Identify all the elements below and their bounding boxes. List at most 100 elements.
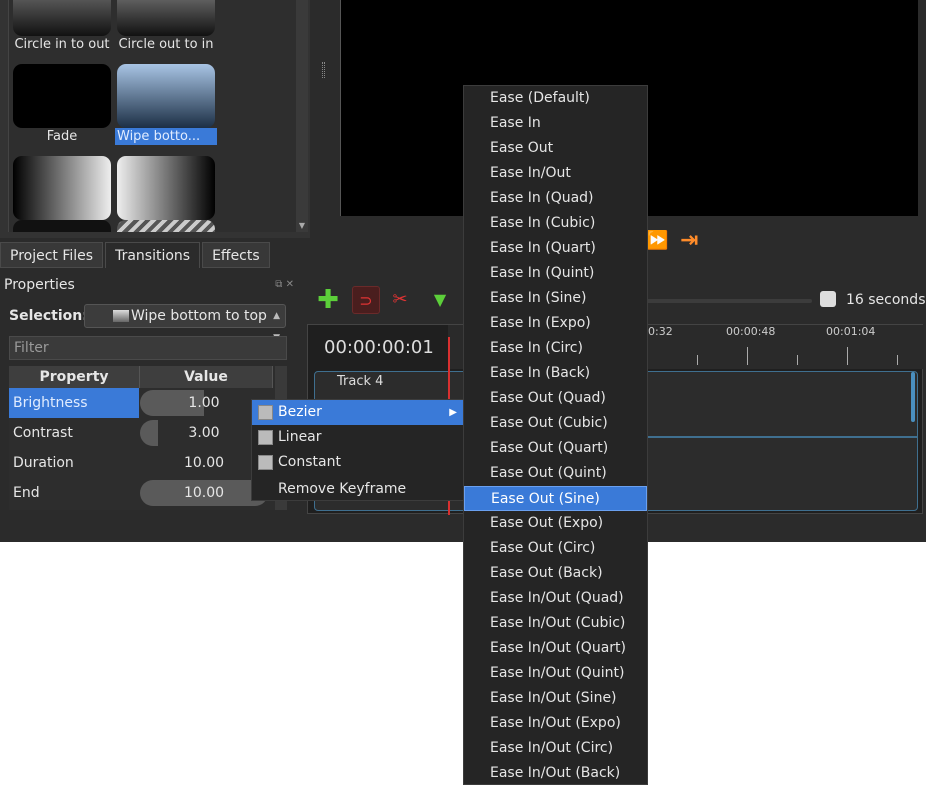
ruler-tick xyxy=(747,347,748,365)
column-property[interactable]: Property xyxy=(9,366,140,388)
easing-option[interactable]: Ease In (Quart) xyxy=(464,236,647,261)
transition-item[interactable]: Fade xyxy=(11,64,113,145)
transition-thumbnail xyxy=(13,156,111,220)
jump-to-end-icon[interactable]: ⇥ xyxy=(680,228,698,253)
easing-option[interactable]: Ease In/Out (Back) xyxy=(464,761,647,786)
transition-thumbnail xyxy=(13,64,111,128)
tab-transitions[interactable]: Transitions xyxy=(105,242,201,268)
easing-option[interactable]: Ease In (Cubic) xyxy=(464,211,647,236)
selection-label: Selection: xyxy=(9,308,88,324)
transition-thumb-icon xyxy=(113,310,129,322)
property-value[interactable]: 1.00 xyxy=(140,390,268,416)
transitions-grid: Circle in to out Circle out to in Fade Wipe… xyxy=(8,0,296,232)
property-row[interactable]: Duration 10.00 xyxy=(9,448,273,478)
selection-dropdown[interactable]: Wipe bottom to top ▲▼ xyxy=(84,304,286,343)
easing-option[interactable]: Ease Out (Sine) xyxy=(464,486,647,511)
column-value[interactable]: Value xyxy=(140,366,273,388)
menu-item-label: Constant xyxy=(278,454,341,470)
zoom-handle-icon[interactable] xyxy=(820,291,836,307)
filter-input[interactable]: Filter xyxy=(9,336,287,360)
property-name: Brightness xyxy=(9,388,139,418)
menu-item-constant[interactable]: Constant xyxy=(252,450,463,475)
track-label: Track 4 xyxy=(337,374,384,389)
property-value[interactable]: 10.00 xyxy=(140,450,268,476)
transition-thumbnail[interactable] xyxy=(13,220,111,232)
easing-option[interactable]: Ease Out (Cubic) xyxy=(464,411,647,436)
linear-icon xyxy=(258,430,273,445)
easing-option[interactable]: Ease In xyxy=(464,111,647,136)
ruler-tick xyxy=(697,355,698,365)
transition-label: Fade xyxy=(46,129,78,144)
transition-thumbnail xyxy=(13,0,111,36)
property-value[interactable]: 3.00 xyxy=(140,420,268,446)
property-row[interactable]: End 10.00 xyxy=(9,478,273,508)
keyframe-context-menu: Bezier ▶ Linear Constant Remove Keyframe xyxy=(251,399,464,501)
menu-item-bezier[interactable]: Bezier ▶ xyxy=(252,400,463,425)
add-track-button[interactable]: ✚ xyxy=(314,286,342,314)
easing-option[interactable]: Ease In/Out (Quart) xyxy=(464,636,647,661)
zoom-label: 16 seconds xyxy=(846,292,926,308)
property-value[interactable]: 10.00 xyxy=(140,480,268,506)
easing-option[interactable]: Ease In/Out xyxy=(464,161,647,186)
easing-option[interactable]: Ease In/Out (Expo) xyxy=(464,711,647,736)
easing-option[interactable]: Ease Out (Circ) xyxy=(464,536,647,561)
easing-option[interactable]: Ease Out (Quint) xyxy=(464,461,647,486)
transition-item[interactable]: Wipe botto... xyxy=(115,64,217,145)
scroll-down-icon[interactable]: ▼ xyxy=(296,220,308,232)
easing-option[interactable]: Ease (Default) xyxy=(464,86,647,111)
easing-option[interactable]: Ease In/Out (Sine) xyxy=(464,686,647,711)
transition-label: Wipe botto... xyxy=(115,128,217,145)
dock-controls-icon[interactable]: ⧉ ✕ xyxy=(275,279,294,290)
dock-tabs: Project Files Transitions Effects xyxy=(0,242,310,268)
easing-option[interactable]: Ease In/Out (Cubic) xyxy=(464,611,647,636)
menu-item-label: Linear xyxy=(278,429,322,445)
ruler-label: 0:32 xyxy=(648,325,673,338)
ruler-tick xyxy=(797,355,798,365)
easing-option[interactable]: Ease In/Out (Quint) xyxy=(464,661,647,686)
menu-item-label: Bezier xyxy=(278,404,322,420)
menu-item-remove-keyframe[interactable]: Remove Keyframe xyxy=(252,477,463,502)
property-name: Contrast xyxy=(13,425,73,441)
properties-title: Properties xyxy=(4,277,75,293)
ruler-label: 00:01:04 xyxy=(826,325,876,338)
easing-option[interactable]: Ease In (Circ) xyxy=(464,336,647,361)
snap-toggle-button[interactable]: ⊃ xyxy=(352,286,380,314)
easing-option[interactable]: Ease Out (Expo) xyxy=(464,511,647,536)
easing-option[interactable]: Ease In (Expo) xyxy=(464,311,647,336)
transitions-scrollbar[interactable]: ▼ xyxy=(296,0,308,232)
zoom-slider[interactable] xyxy=(646,299,812,303)
easing-option[interactable]: Ease In (Quint) xyxy=(464,261,647,286)
transition-thumbnail xyxy=(117,156,215,220)
easing-option[interactable]: Ease In (Back) xyxy=(464,361,647,386)
timecode-display: 00:00:00:01 xyxy=(324,337,434,358)
property-row[interactable]: Brightness 1.00 xyxy=(9,388,273,418)
tab-effects[interactable]: Effects xyxy=(202,242,270,268)
transitions-panel: Circle in to out Circle out to in Fade Wipe… xyxy=(0,0,310,238)
easing-option[interactable]: Ease In (Quad) xyxy=(464,186,647,211)
timeline-scrollbar[interactable] xyxy=(911,372,915,422)
bezier-icon xyxy=(258,405,273,420)
property-row[interactable]: Contrast 3.00 xyxy=(9,418,273,448)
tab-project-files[interactable]: Project Files xyxy=(0,242,104,268)
easing-option[interactable]: Ease In (Sine) xyxy=(464,286,647,311)
easing-option[interactable]: Ease In/Out (Quad) xyxy=(464,586,647,611)
easing-option[interactable]: Ease Out xyxy=(464,136,647,161)
constant-icon xyxy=(258,455,273,470)
transition-thumbnail[interactable] xyxy=(117,220,215,232)
properties-table: Property Value Brightness 1.00 Contrast 3.0… xyxy=(9,366,287,510)
panel-splitter[interactable] xyxy=(322,62,325,78)
fast-forward-icon[interactable]: ⏩ xyxy=(646,230,668,251)
transition-thumbnail xyxy=(117,0,215,36)
transition-clip[interactable] xyxy=(621,436,917,438)
menu-item-linear[interactable]: Linear xyxy=(252,425,463,450)
easing-option[interactable]: Ease Out (Quad) xyxy=(464,386,647,411)
transition-label: Circle in to out xyxy=(14,37,110,52)
transition-item[interactable]: Circle out to in xyxy=(115,0,217,53)
easing-option[interactable]: Ease Out (Back) xyxy=(464,561,647,586)
ruler-tick xyxy=(897,355,898,365)
add-marker-button[interactable]: ▼ xyxy=(426,286,454,314)
easing-option[interactable]: Ease Out (Quart) xyxy=(464,436,647,461)
easing-option[interactable]: Ease In/Out (Circ) xyxy=(464,736,647,761)
transition-item[interactable]: Circle in to out xyxy=(11,0,113,53)
razor-tool-button[interactable]: ✂ xyxy=(386,286,414,314)
